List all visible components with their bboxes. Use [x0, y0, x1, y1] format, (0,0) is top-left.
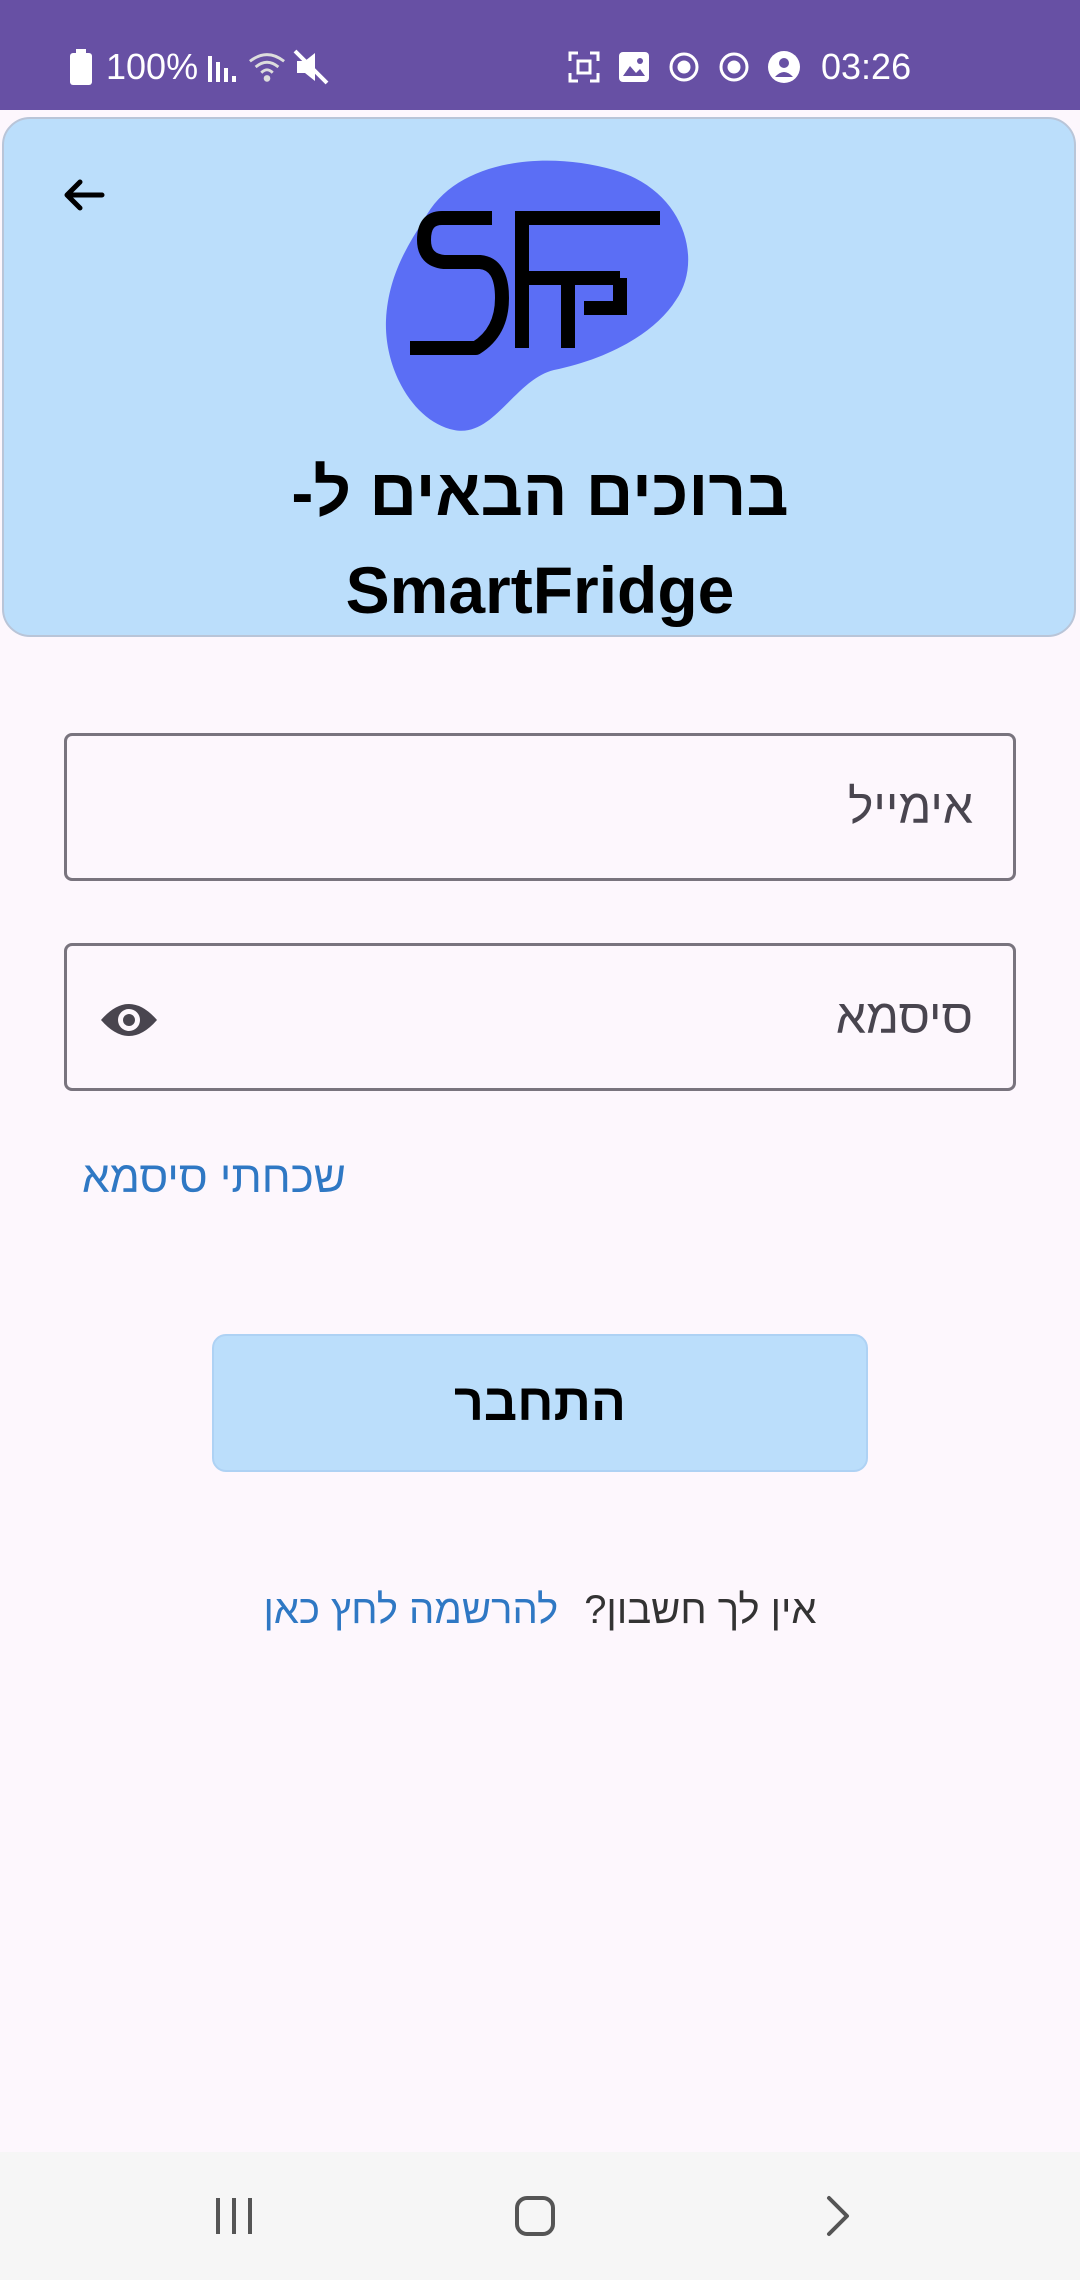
status-bar: 100% 03:26 [0, 0, 1080, 110]
recent-apps-button[interactable] [204, 2188, 264, 2248]
home-icon [513, 2194, 557, 2243]
home-button[interactable] [505, 2188, 565, 2248]
app-name-title: SmartFridge [345, 553, 735, 627]
email-input[interactable] [67, 736, 1013, 878]
wifi-icon [248, 48, 286, 86]
no-account-text: אין לך חשבון? [584, 1587, 817, 1632]
password-input[interactable] [67, 946, 1013, 1088]
email-field[interactable] [64, 733, 1016, 881]
battery-percent: 100% [106, 46, 199, 87]
password-field[interactable] [64, 943, 1016, 1091]
back-nav-button[interactable] [808, 2188, 868, 2248]
back-button[interactable] [58, 175, 110, 219]
account-icon [765, 48, 803, 86]
register-row: אין לך חשבון? להרשמה לחץ כאן [0, 1580, 1080, 1640]
sync-icon [715, 48, 753, 86]
app-logo [384, 150, 696, 438]
mute-icon [292, 48, 330, 86]
sync-icon [665, 48, 703, 86]
eye-icon[interactable] [97, 988, 161, 1052]
arrow-left-icon [62, 177, 106, 218]
status-right: 03:26 [565, 0, 911, 134]
register-link[interactable]: להרשמה לחץ כאן [263, 1588, 558, 1633]
navigation-bar [0, 2152, 1080, 2280]
welcome-title: ברוכים הבאים ל- [291, 455, 789, 529]
screenshot-icon [565, 48, 603, 86]
battery-icon [62, 48, 100, 86]
recent-apps-icon [212, 2196, 256, 2241]
back-icon [823, 2194, 853, 2243]
signal-icon [204, 48, 242, 86]
gallery-icon [615, 48, 653, 86]
status-time: 03:26 [821, 46, 912, 87]
status-left: 100% [62, 0, 330, 134]
forgot-password-link[interactable]: שכחתי סיסמא [82, 1150, 346, 1206]
login-button[interactable]: התחבר [212, 1334, 868, 1472]
